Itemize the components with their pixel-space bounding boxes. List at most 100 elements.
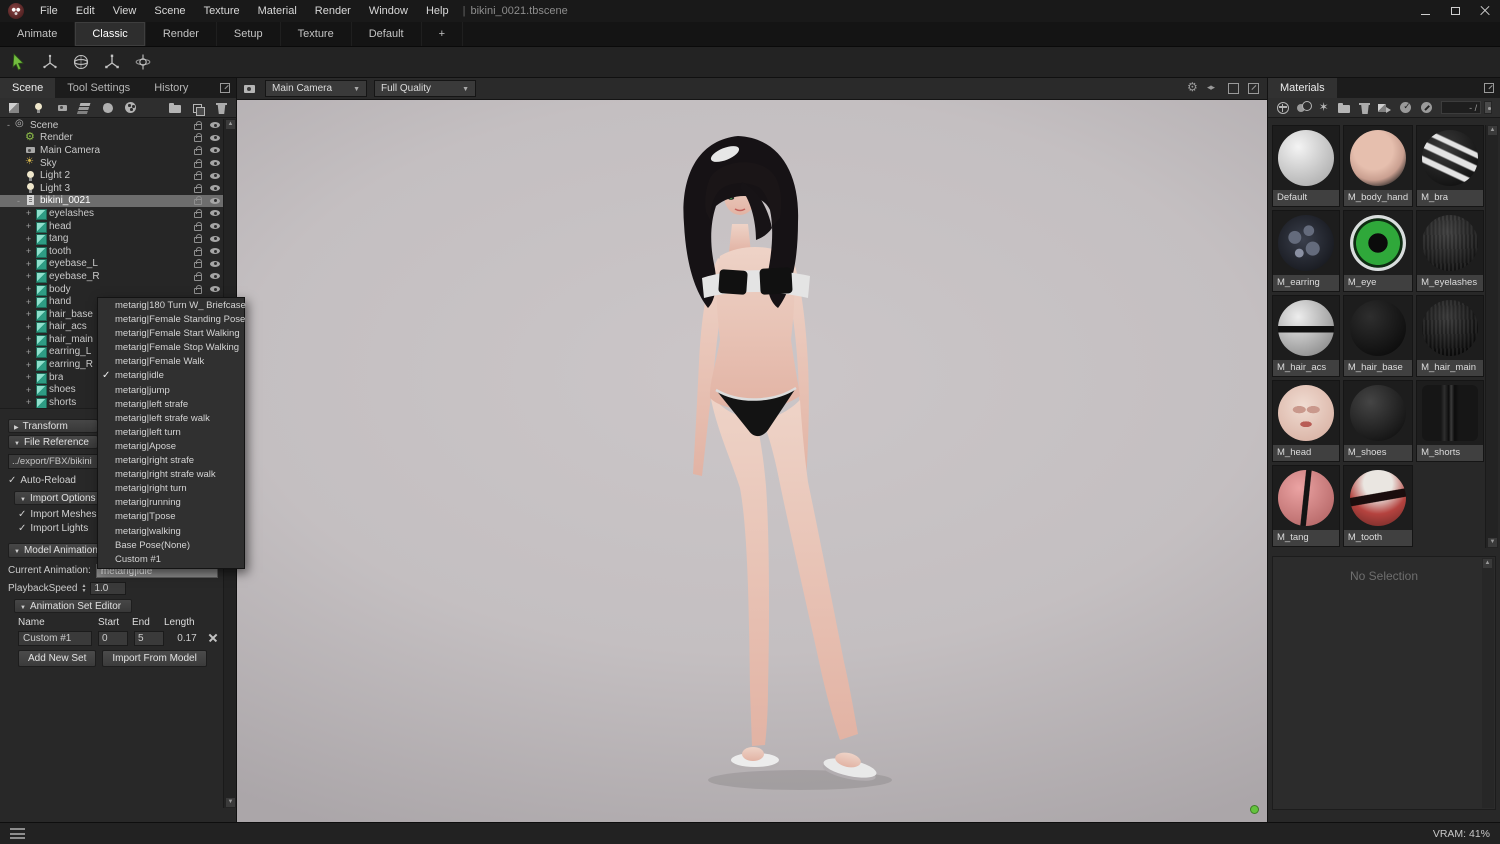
- assign-material-icon[interactable]: [1378, 101, 1390, 115]
- lock-icon[interactable]: [194, 149, 202, 155]
- material-m-earring[interactable]: M_earring: [1272, 210, 1340, 292]
- maximize-view-icon[interactable]: [1227, 82, 1240, 95]
- lock-icon[interactable]: [194, 250, 202, 256]
- tree-item-head[interactable]: +head: [0, 220, 224, 233]
- animation-menu-item[interactable]: metarig|idle: [98, 369, 244, 383]
- material-m-tooth[interactable]: M_tooth: [1343, 465, 1413, 547]
- maximize-button[interactable]: [1440, 0, 1470, 22]
- visibility-icon[interactable]: [210, 135, 220, 141]
- workspace-tab-default[interactable]: Default: [352, 22, 422, 46]
- visibility-icon[interactable]: [210, 160, 220, 166]
- new-material-icon[interactable]: [1276, 101, 1288, 115]
- add-primitive-icon[interactable]: [102, 101, 115, 114]
- playback-speed-field[interactable]: 1.0: [90, 582, 126, 595]
- animation-menu-item[interactable]: metarig|Tpose: [98, 510, 244, 524]
- animation-set-editor-header[interactable]: Animation Set Editor: [14, 599, 132, 613]
- expander-icon[interactable]: -: [14, 196, 23, 206]
- expander-icon[interactable]: +: [24, 347, 33, 357]
- tree-item-eyelashes[interactable]: +eyelashes: [0, 207, 224, 220]
- expander-icon[interactable]: +: [24, 259, 33, 269]
- visibility-icon[interactable]: [210, 147, 220, 153]
- visibility-icon[interactable]: [210, 273, 220, 279]
- expander-icon[interactable]: +: [24, 246, 33, 256]
- add-camera-icon[interactable]: [57, 102, 69, 114]
- material-m-head[interactable]: M_head: [1272, 380, 1340, 462]
- expander-icon[interactable]: -: [4, 120, 13, 130]
- expander-icon[interactable]: +: [24, 372, 33, 382]
- quick-load-icon[interactable]: [1420, 101, 1432, 115]
- apply-material-icon[interactable]: [1399, 101, 1411, 115]
- scroll-up-icon[interactable]: [1483, 559, 1492, 568]
- detail-scrollbar[interactable]: [1482, 558, 1494, 808]
- menu-material[interactable]: Material: [249, 0, 306, 22]
- lock-icon[interactable]: [194, 262, 202, 268]
- visibility-icon[interactable]: [210, 122, 220, 128]
- tree-item-light-3[interactable]: Light 3: [0, 182, 224, 195]
- duplicate-icon[interactable]: [192, 101, 205, 114]
- minimize-button[interactable]: [1410, 0, 1440, 22]
- popout-view-icon[interactable]: [1247, 82, 1260, 95]
- expander-icon[interactable]: +: [24, 221, 33, 231]
- material-m-shorts[interactable]: M_shorts: [1416, 380, 1484, 462]
- visibility-icon[interactable]: [210, 261, 220, 267]
- add-light-icon[interactable]: [33, 102, 45, 114]
- scroll-up-icon[interactable]: [226, 120, 235, 129]
- animation-menu-item[interactable]: metarig|left strafe walk: [98, 412, 244, 426]
- panel-tab-tool-settings[interactable]: Tool Settings: [55, 78, 142, 98]
- add-object-icon[interactable]: [8, 101, 21, 114]
- lock-icon[interactable]: [194, 187, 202, 193]
- menu-edit[interactable]: Edit: [67, 0, 104, 22]
- menu-scene[interactable]: Scene: [145, 0, 194, 22]
- workspace-tab-texture[interactable]: Texture: [281, 22, 352, 46]
- import-options-section-header[interactable]: Import Options: [14, 491, 104, 505]
- hamburger-menu-icon[interactable]: [10, 828, 25, 839]
- duplicate-material-icon[interactable]: [1297, 101, 1309, 115]
- material-m-shoes[interactable]: M_shoes: [1343, 380, 1413, 462]
- visibility-icon[interactable]: [210, 210, 220, 216]
- popout-panel-icon[interactable]: [1484, 83, 1494, 93]
- material-m-hair-acs[interactable]: M_hair_acs: [1272, 295, 1340, 377]
- viewport-settings-icon[interactable]: [1187, 82, 1200, 95]
- close-button[interactable]: [1470, 0, 1500, 22]
- tree-item-tooth[interactable]: +tooth: [0, 245, 224, 258]
- lock-icon[interactable]: [194, 174, 202, 180]
- rotate-tool[interactable]: [70, 51, 92, 73]
- material-default[interactable]: Default: [1272, 125, 1340, 207]
- material-folder-icon[interactable]: [1338, 101, 1349, 114]
- visibility-icon[interactable]: [210, 173, 220, 179]
- animation-menu-item[interactable]: metarig|walking: [98, 525, 244, 539]
- visibility-icon[interactable]: [210, 198, 220, 204]
- material-m-bra[interactable]: M_bra: [1416, 125, 1484, 207]
- tree-item-tang[interactable]: +tang: [0, 232, 224, 245]
- tree-item-main-camera[interactable]: Main Camera: [0, 144, 224, 157]
- new-folder-icon[interactable]: [169, 101, 182, 114]
- visibility-icon[interactable]: [210, 236, 220, 242]
- visibility-icon[interactable]: [210, 248, 220, 254]
- scroll-up-icon[interactable]: [1488, 126, 1497, 135]
- expander-icon[interactable]: +: [24, 271, 33, 281]
- scroll-down-icon[interactable]: [1488, 538, 1497, 547]
- material-m-eye[interactable]: M_eye: [1343, 210, 1413, 292]
- set-start-field[interactable]: 0: [98, 631, 128, 646]
- file-reference-section-header[interactable]: File Reference: [8, 435, 98, 449]
- animation-menu-item[interactable]: Base Pose(None): [98, 539, 244, 553]
- material-m-tang[interactable]: M_tang: [1272, 465, 1340, 547]
- scale-tool[interactable]: [101, 51, 123, 73]
- add-sky-icon[interactable]: [79, 101, 92, 114]
- visibility-icon[interactable]: [210, 286, 220, 292]
- animation-menu-item[interactable]: metarig|right strafe: [98, 454, 244, 468]
- tree-item-eyebase-l[interactable]: +eyebase_L: [0, 258, 224, 271]
- animation-menu-item[interactable]: metarig|left strafe: [98, 398, 244, 412]
- animation-menu-item[interactable]: metarig|Female Standing Pose: [98, 313, 244, 327]
- workspace-tab-add[interactable]: +: [422, 22, 463, 46]
- refresh-material-icon[interactable]: [1318, 101, 1330, 115]
- menu-window[interactable]: Window: [360, 0, 417, 22]
- lock-icon[interactable]: [194, 212, 202, 218]
- animation-menu-item[interactable]: metarig|jump: [98, 384, 244, 398]
- set-end-field[interactable]: 5: [134, 631, 164, 646]
- file-path-field[interactable]: ../export/FBX/bikini: [8, 454, 98, 469]
- menu-file[interactable]: File: [31, 0, 67, 22]
- material-m-body-hand[interactable]: M_body_hand: [1343, 125, 1413, 207]
- tree-item-sky[interactable]: Sky: [0, 157, 224, 170]
- workspace-tab-render[interactable]: Render: [146, 22, 217, 46]
